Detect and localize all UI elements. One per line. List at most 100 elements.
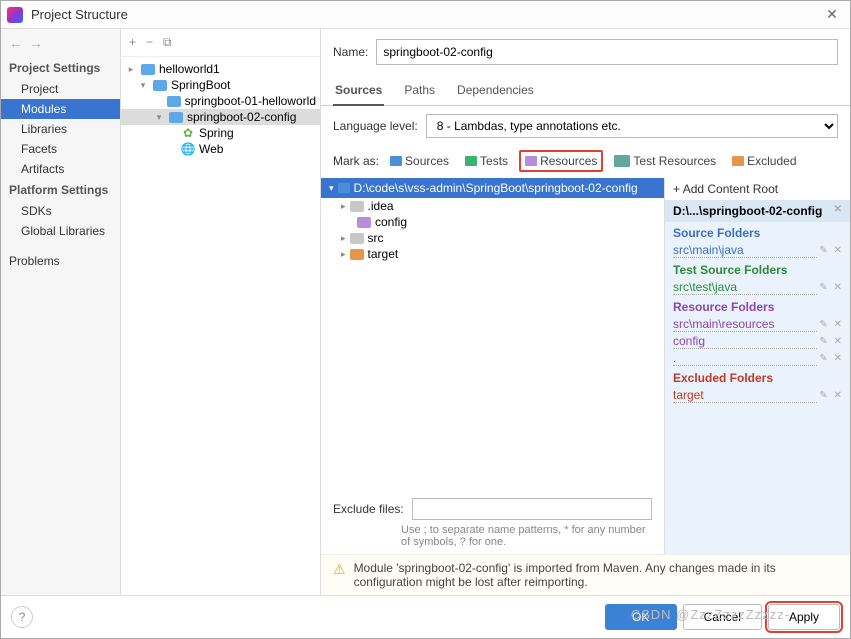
folder-entry[interactable]: src\test\java✎✕ [673, 279, 842, 296]
dir-row[interactable]: ▸src [321, 230, 664, 246]
window-title: Project Structure [31, 7, 820, 22]
edit-icon[interactable]: ✎ [819, 282, 827, 293]
edit-icon[interactable]: ✎ [819, 319, 827, 330]
folder-entry[interactable]: src\main\java✎✕ [673, 242, 842, 259]
tree-label: SpringBoot [171, 78, 230, 92]
remove-icon[interactable]: ✕ [834, 336, 842, 347]
ok-button[interactable]: OK [605, 604, 677, 630]
module-name-input[interactable] [376, 39, 838, 65]
content-root-tree: ▾ D:\code\s\vss-admin\SpringBoot\springb… [321, 178, 665, 554]
sidebar-item-facets[interactable]: Facets [1, 139, 120, 159]
dialog-footer: ? OK Cancel Apply [1, 595, 850, 638]
tests-folder-icon [465, 156, 477, 166]
mark-resources-button[interactable]: Resources [519, 150, 603, 172]
tree-node[interactable]: ▸ helloworld1 [121, 61, 320, 77]
cancel-button[interactable]: Cancel [683, 604, 762, 630]
mark-excluded-button[interactable]: Excluded [727, 151, 801, 171]
edit-icon[interactable]: ✎ [819, 336, 827, 347]
exclude-files-label: Exclude files: [333, 502, 404, 516]
language-level-label: Language level: [333, 119, 418, 133]
folder-icon [350, 201, 364, 212]
remove-icon[interactable]: ✕ [834, 390, 842, 401]
tree-node[interactable]: ▾ SpringBoot [121, 77, 320, 93]
folder-entry[interactable]: target✎✕ [673, 387, 842, 404]
exclude-files-input[interactable] [412, 498, 652, 520]
folder-icon [338, 183, 350, 193]
sidebar-item-sdks[interactable]: SDKs [1, 201, 120, 221]
mark-tests-button[interactable]: Tests [460, 151, 513, 171]
sidebar-heading-platform: Platform Settings [1, 179, 120, 201]
folder-entry[interactable]: .✎✕ [673, 350, 842, 367]
content-roots-panel: + Add Content Root D:\...\springboot-02-… [665, 178, 850, 554]
warning-icon: ⚠ [333, 561, 346, 589]
sidebar-heading-project: Project Settings [1, 57, 120, 79]
tree-label: helloworld1 [159, 62, 220, 76]
excluded-folder-icon [732, 156, 744, 166]
tree-node[interactable]: 🌐 Web [121, 141, 320, 157]
tree-node[interactable]: ✿ Spring [121, 125, 320, 141]
tree-node-selected[interactable]: ▾ springboot-02-config [121, 109, 320, 125]
close-icon[interactable]: ✕ [820, 6, 844, 23]
remove-icon[interactable]: ✕ [834, 245, 842, 256]
add-content-root-button[interactable]: + Add Content Root [665, 178, 850, 200]
sidebar-item-project[interactable]: Project [1, 79, 120, 99]
content-root-path: D:\code\s\vss-admin\SpringBoot\springboo… [354, 181, 638, 195]
folder-icon [350, 233, 364, 244]
dir-row[interactable]: config [321, 214, 664, 230]
module-tabs: Sources Paths Dependencies [321, 77, 850, 106]
tree-label: Web [199, 142, 223, 156]
mark-as-label: Mark as: [333, 154, 379, 168]
sidebar-item-artifacts[interactable]: Artifacts [1, 159, 120, 179]
remove-root-icon[interactable]: ✕ [834, 204, 842, 218]
name-label: Name: [333, 45, 368, 59]
sidebar-item-modules[interactable]: Modules [1, 99, 120, 119]
folder-section-title: Source Folders [673, 226, 842, 240]
remove-icon[interactable]: ✕ [834, 319, 842, 330]
dir-row[interactable]: ▸target [321, 246, 664, 262]
folder-section-title: Test Source Folders [673, 263, 842, 277]
folder-entry[interactable]: src\main\resources✎✕ [673, 316, 842, 333]
module-main-panel: Name: Sources Paths Dependencies Languag… [321, 29, 850, 595]
apply-button[interactable]: Apply [768, 604, 840, 630]
content-root-entry[interactable]: D:\...\springboot-02-config✕ [665, 200, 850, 222]
dir-row[interactable]: ▸.idea [321, 198, 664, 214]
forward-icon[interactable]: → [29, 35, 43, 51]
edit-icon[interactable]: ✎ [819, 353, 827, 364]
tree-node[interactable]: springboot-01-helloworld [121, 93, 320, 109]
tab-sources[interactable]: Sources [333, 77, 384, 105]
tree-label: Spring [199, 126, 234, 140]
mark-sources-button[interactable]: Sources [385, 151, 454, 171]
resources-folder-icon [525, 156, 537, 166]
project-structure-dialog: Project Structure ✕ ← → Project Settings… [0, 0, 851, 639]
back-icon[interactable]: ← [9, 35, 23, 51]
tree-label: springboot-01-helloworld [185, 94, 316, 108]
maven-warning: ⚠ Module 'springboot-02-config' is impor… [321, 554, 850, 595]
folder-icon [357, 217, 371, 228]
sidebar-item-problems[interactable]: Problems [1, 251, 120, 271]
folder-entry[interactable]: config✎✕ [673, 333, 842, 350]
help-button[interactable]: ? [11, 606, 33, 628]
remove-module-icon[interactable]: − [146, 35, 153, 50]
module-tree-panel: + − ⧉ ▸ helloworld1 ▾ SpringBoot springb… [121, 29, 321, 595]
mark-as-toolbar: Mark as: Sources Tests Resources Test Re… [321, 146, 850, 178]
intellij-logo-icon [7, 7, 23, 23]
folder-icon [350, 249, 364, 260]
language-level-select[interactable]: 8 - Lambdas, type annotations etc. [426, 114, 838, 138]
edit-icon[interactable]: ✎ [819, 245, 827, 256]
remove-icon[interactable]: ✕ [834, 353, 842, 364]
folder-section-title: Excluded Folders [673, 371, 842, 385]
titlebar: Project Structure ✕ [1, 1, 850, 29]
sidebar-item-global-libraries[interactable]: Global Libraries [1, 221, 120, 241]
folder-section-title: Resource Folders [673, 300, 842, 314]
remove-icon[interactable]: ✕ [834, 282, 842, 293]
copy-module-icon[interactable]: ⧉ [163, 35, 172, 50]
settings-sidebar: ← → Project Settings Project Modules Lib… [1, 29, 121, 595]
content-root-header[interactable]: ▾ D:\code\s\vss-admin\SpringBoot\springb… [321, 178, 664, 198]
tree-label: springboot-02-config [187, 110, 296, 124]
edit-icon[interactable]: ✎ [819, 390, 827, 401]
add-module-icon[interactable]: + [129, 35, 136, 50]
sidebar-item-libraries[interactable]: Libraries [1, 119, 120, 139]
tab-dependencies[interactable]: Dependencies [455, 77, 536, 105]
mark-test-resources-button[interactable]: Test Resources [609, 151, 721, 171]
tab-paths[interactable]: Paths [402, 77, 437, 105]
